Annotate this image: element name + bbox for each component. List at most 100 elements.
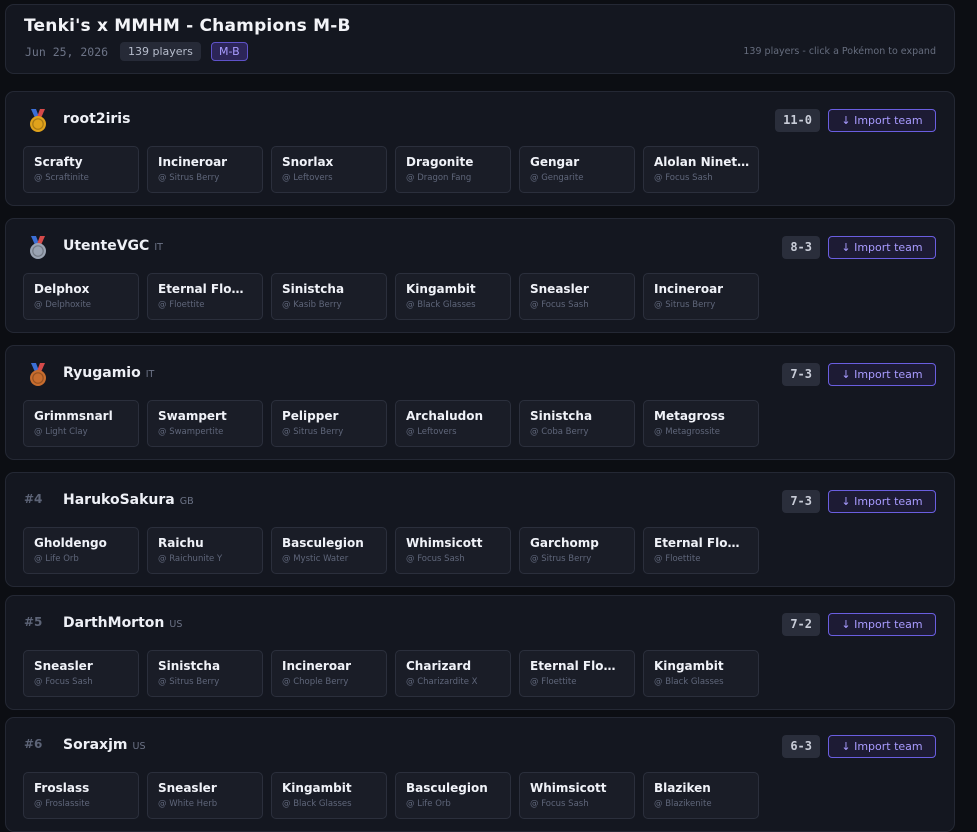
import-team-button[interactable]: ↓ Import team [828, 613, 936, 636]
pokemon-name: Whimsicott [530, 781, 607, 795]
pokemon-card[interactable]: Scrafty @ Scraftinite [23, 146, 139, 193]
pokemon-card[interactable]: Eternal Flow… @ Floettite [643, 527, 759, 574]
pokemon-name: Whimsicott [406, 536, 483, 550]
held-item: @ Focus Sash [34, 677, 93, 687]
pokemon-name: Blaziken [654, 781, 711, 795]
pokemon-card[interactable]: Whimsicott @ Focus Sash [519, 772, 635, 819]
pokemon-card[interactable]: Alolan Ninet… @ Focus Sash [643, 146, 759, 193]
held-item: @ Dragon Fang [406, 173, 472, 183]
pokemon-card[interactable]: Swampert @ Swampertite [147, 400, 263, 447]
pokemon-card[interactable]: Kingambit @ Black Glasses [271, 772, 387, 819]
player-name-row: UtenteVGC IT [63, 238, 163, 254]
held-item: @ Swampertite [158, 427, 224, 437]
pokemon-name: Kingambit [654, 659, 724, 673]
held-item: @ Scraftinite [34, 173, 89, 183]
pokemon-card[interactable]: Blaziken @ Blazikenite [643, 772, 759, 819]
held-item: @ Sitrus Berry [158, 677, 220, 687]
pokemon-name: Sneasler [34, 659, 93, 673]
pokemon-card[interactable]: Basculegion @ Mystic Water [271, 527, 387, 574]
held-item: @ Black Glasses [654, 677, 724, 687]
pokemon-name: Archaludon [406, 409, 483, 423]
player-name: root2iris [63, 111, 131, 127]
pokemon-card[interactable]: Dragonite @ Dragon Fang [395, 146, 511, 193]
silver-medal-icon [23, 236, 53, 260]
pokemon-name: Eternal Flow… [654, 536, 750, 550]
player-card: root2iris 11-0 ↓ Import team Scrafty @ Scraf… [5, 91, 955, 206]
pokemon-card[interactable]: Incineroar @ Sitrus Berry [643, 273, 759, 320]
held-item: @ Leftovers [282, 173, 333, 183]
player-name-row: Soraxjm US [63, 737, 145, 753]
pokemon-card[interactable]: Eternal Flow… @ Floettite [519, 650, 635, 697]
pokemon-card[interactable]: Incineroar @ Chople Berry [271, 650, 387, 697]
pokemon-card[interactable]: Sneasler @ Focus Sash [519, 273, 635, 320]
held-item: @ Focus Sash [530, 799, 589, 809]
held-item: @ Leftovers [406, 427, 457, 437]
held-item: @ Sitrus Berry [654, 300, 716, 310]
pokemon-name: Froslass [34, 781, 90, 795]
pokemon-card[interactable]: Sinistcha @ Kasib Berry [271, 273, 387, 320]
import-team-button[interactable]: ↓ Import team [828, 490, 936, 513]
held-item: @ Focus Sash [654, 173, 713, 183]
import-team-button[interactable]: ↓ Import team [828, 363, 936, 386]
pokemon-card[interactable]: Sneasler @ Focus Sash [23, 650, 139, 697]
pokemon-card[interactable]: Grimmsnarl @ Light Clay [23, 400, 139, 447]
record-badge: 6-3 [782, 735, 820, 758]
player-card: Ryugamio IT 7-3 ↓ Import team Grimmsnarl @ Li… [5, 345, 955, 460]
pokemon-card[interactable]: Incineroar @ Sitrus Berry [147, 146, 263, 193]
pokemon-card[interactable]: Kingambit @ Black Glasses [395, 273, 511, 320]
held-item: @ Focus Sash [530, 300, 589, 310]
event-date: Jun 25, 2026 [25, 45, 109, 59]
pokemon-card[interactable]: Gholdengo @ Life Orb [23, 527, 139, 574]
pokemon-card[interactable]: Metagross @ Metagrossite [643, 400, 759, 447]
pokemon-card[interactable]: Raichu @ Raichunite Y [147, 527, 263, 574]
pokemon-name: Basculegion [282, 536, 364, 550]
player-name-row: root2iris [63, 111, 130, 127]
pokemon-card[interactable]: Pelipper @ Sitrus Berry [271, 400, 387, 447]
held-item: @ Chople Berry [282, 677, 349, 687]
player-country: US [169, 619, 183, 630]
player-name: Ryugamio [63, 365, 141, 381]
record-badge: 11-0 [775, 109, 820, 132]
record-badge: 7-3 [782, 363, 820, 386]
import-team-button[interactable]: ↓ Import team [828, 109, 936, 132]
pokemon-card[interactable]: Eternal Flow… @ Floettite [147, 273, 263, 320]
pokemon-card[interactable]: Kingambit @ Black Glasses [643, 650, 759, 697]
held-item: @ Life Orb [406, 799, 451, 809]
pokemon-name: Delphox [34, 282, 90, 296]
rank-number: #6 [24, 737, 43, 751]
held-item: @ Light Clay [34, 427, 88, 437]
import-team-button[interactable]: ↓ Import team [828, 735, 936, 758]
pokemon-card[interactable]: Sneasler @ White Herb [147, 772, 263, 819]
pokemon-card[interactable]: Sinistcha @ Sitrus Berry [147, 650, 263, 697]
pokemon-name: Incineroar [654, 282, 724, 296]
pokemon-card[interactable]: Sinistcha @ Coba Berry [519, 400, 635, 447]
pokemon-name: Scrafty [34, 155, 83, 169]
pokemon-name: Dragonite [406, 155, 474, 169]
pokemon-card[interactable]: Charizard @ Charizardite X [395, 650, 511, 697]
held-item: @ Metagrossite [654, 427, 720, 437]
player-name-row: DarthMorton US [63, 615, 182, 631]
held-item: @ Mystic Water [282, 554, 349, 564]
player-card: UtenteVGC IT 8-3 ↓ Import team Delphox @ Delp… [5, 218, 955, 333]
pokemon-card[interactable]: Froslass @ Froslassite [23, 772, 139, 819]
pokemon-name: Sinistcha [530, 409, 593, 423]
pokemon-name: Basculegion [406, 781, 488, 795]
pokemon-card[interactable]: Gengar @ Gengarite [519, 146, 635, 193]
pokemon-card[interactable]: Archaludon @ Leftovers [395, 400, 511, 447]
held-item: @ Floettite [158, 300, 205, 310]
pokemon-card[interactable]: Snorlax @ Leftovers [271, 146, 387, 193]
pokemon-name: Incineroar [158, 155, 228, 169]
pokemon-card[interactable]: Basculegion @ Life Orb [395, 772, 511, 819]
pokemon-card[interactable]: Whimsicott @ Focus Sash [395, 527, 511, 574]
player-name: DarthMorton [63, 615, 165, 631]
pokemon-card[interactable]: Garchomp @ Sitrus Berry [519, 527, 635, 574]
pokemon-name: Sinistcha [282, 282, 345, 296]
pokemon-card[interactable]: Delphox @ Delphoxite [23, 273, 139, 320]
import-team-button[interactable]: ↓ Import team [828, 236, 936, 259]
rank-number: #4 [24, 492, 43, 506]
pokemon-name: Garchomp [530, 536, 599, 550]
event-header: Tenki's x MMHM - Champions M-B Jun 25, 2… [5, 4, 955, 74]
pokemon-name: Incineroar [282, 659, 352, 673]
format-badge: M-B [211, 42, 248, 61]
held-item: @ Black Glasses [406, 300, 476, 310]
